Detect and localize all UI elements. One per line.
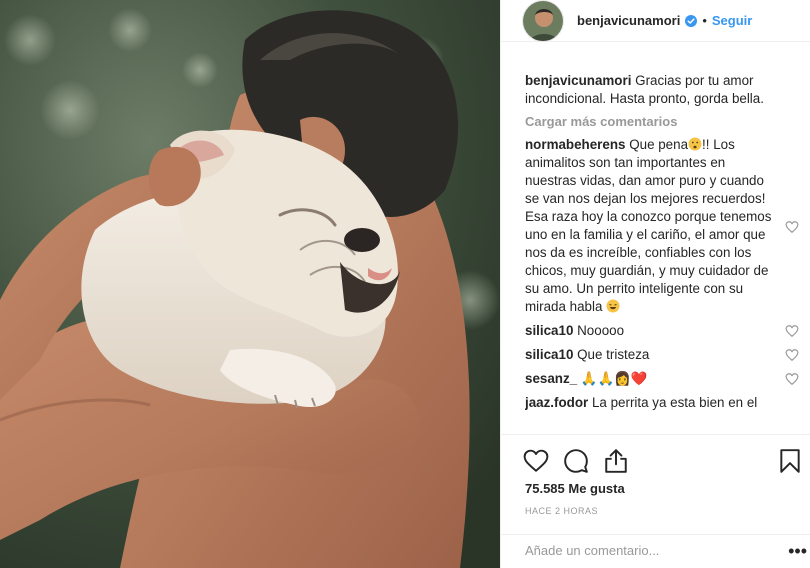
comment-text-end: !! Los animalitos son tan importantes en… — [525, 137, 772, 314]
comment-item: sesanz_ 🙏🙏👩❤️ — [525, 370, 799, 388]
load-more-comments-button[interactable]: Cargar más comentarios — [525, 114, 799, 129]
laughing-emoji-icon — [606, 299, 620, 313]
like-comment-heart-icon[interactable] — [785, 324, 799, 338]
comment-item: normabeherens Que pena!! Los animalitos … — [525, 136, 799, 316]
heart-outline-icon[interactable] — [523, 448, 549, 474]
comment-username[interactable]: sesanz_ — [525, 371, 577, 386]
verified-badge-icon — [685, 14, 698, 27]
avatar-image — [523, 0, 563, 41]
post-sidebar: benjavicunamori • Seguir benjavicunamori… — [500, 0, 810, 568]
comment-text: 🙏🙏👩❤️ — [580, 371, 648, 386]
add-comment-bar: ••• — [501, 534, 810, 568]
likes-count[interactable]: 75.585 Me gusta — [525, 481, 625, 496]
share-icon[interactable] — [603, 448, 629, 474]
comment-username[interactable]: silica10 — [525, 323, 573, 338]
man-hugging-bulldog-image — [0, 0, 500, 568]
follow-button[interactable]: Seguir — [712, 13, 752, 28]
comment-item: silica10 Nooooo — [525, 322, 799, 340]
caption-username[interactable]: benjavicunamori — [525, 73, 631, 88]
comment-text: La perrita ya esta bien en el — [591, 395, 758, 410]
comment-item: jaaz.fodor La perrita ya esta bien en el — [525, 394, 799, 412]
comment-text: Nooooo — [577, 323, 625, 338]
comment-username[interactable]: jaaz.fodor — [525, 395, 588, 410]
speech-bubble-icon[interactable] — [563, 448, 589, 474]
caption: benjavicunamori Gracias por tu amor inco… — [525, 72, 799, 108]
like-comment-heart-icon[interactable] — [785, 372, 799, 386]
bookmark-icon[interactable] — [777, 448, 803, 474]
comments-list[interactable]: benjavicunamori Gracias por tu amor inco… — [525, 72, 799, 434]
comment-text: Que tristeza — [577, 347, 650, 362]
post-actions-bar — [501, 434, 810, 484]
sad-face-emoji-icon — [688, 137, 702, 151]
instagram-post: benjavicunamori • Seguir benjavicunamori… — [0, 0, 810, 568]
comment-username[interactable]: silica10 — [525, 347, 573, 362]
post-timestamp[interactable]: HACE 2 HORAS — [525, 506, 598, 516]
post-photo[interactable] — [0, 0, 500, 568]
more-options-icon[interactable]: ••• — [788, 541, 807, 562]
comment-text-start: Que pena — [629, 137, 689, 152]
comment-input[interactable] — [525, 543, 775, 558]
header-username[interactable]: benjavicunamori — [577, 13, 680, 28]
comment-username[interactable]: normabeherens — [525, 137, 625, 152]
comment-item: silica10 Que tristeza — [525, 346, 799, 364]
avatar[interactable] — [522, 0, 564, 42]
like-comment-heart-icon[interactable] — [785, 348, 799, 362]
post-header: benjavicunamori • Seguir — [501, 0, 810, 42]
like-comment-heart-icon[interactable] — [785, 220, 799, 234]
separator-dot: • — [702, 13, 707, 28]
